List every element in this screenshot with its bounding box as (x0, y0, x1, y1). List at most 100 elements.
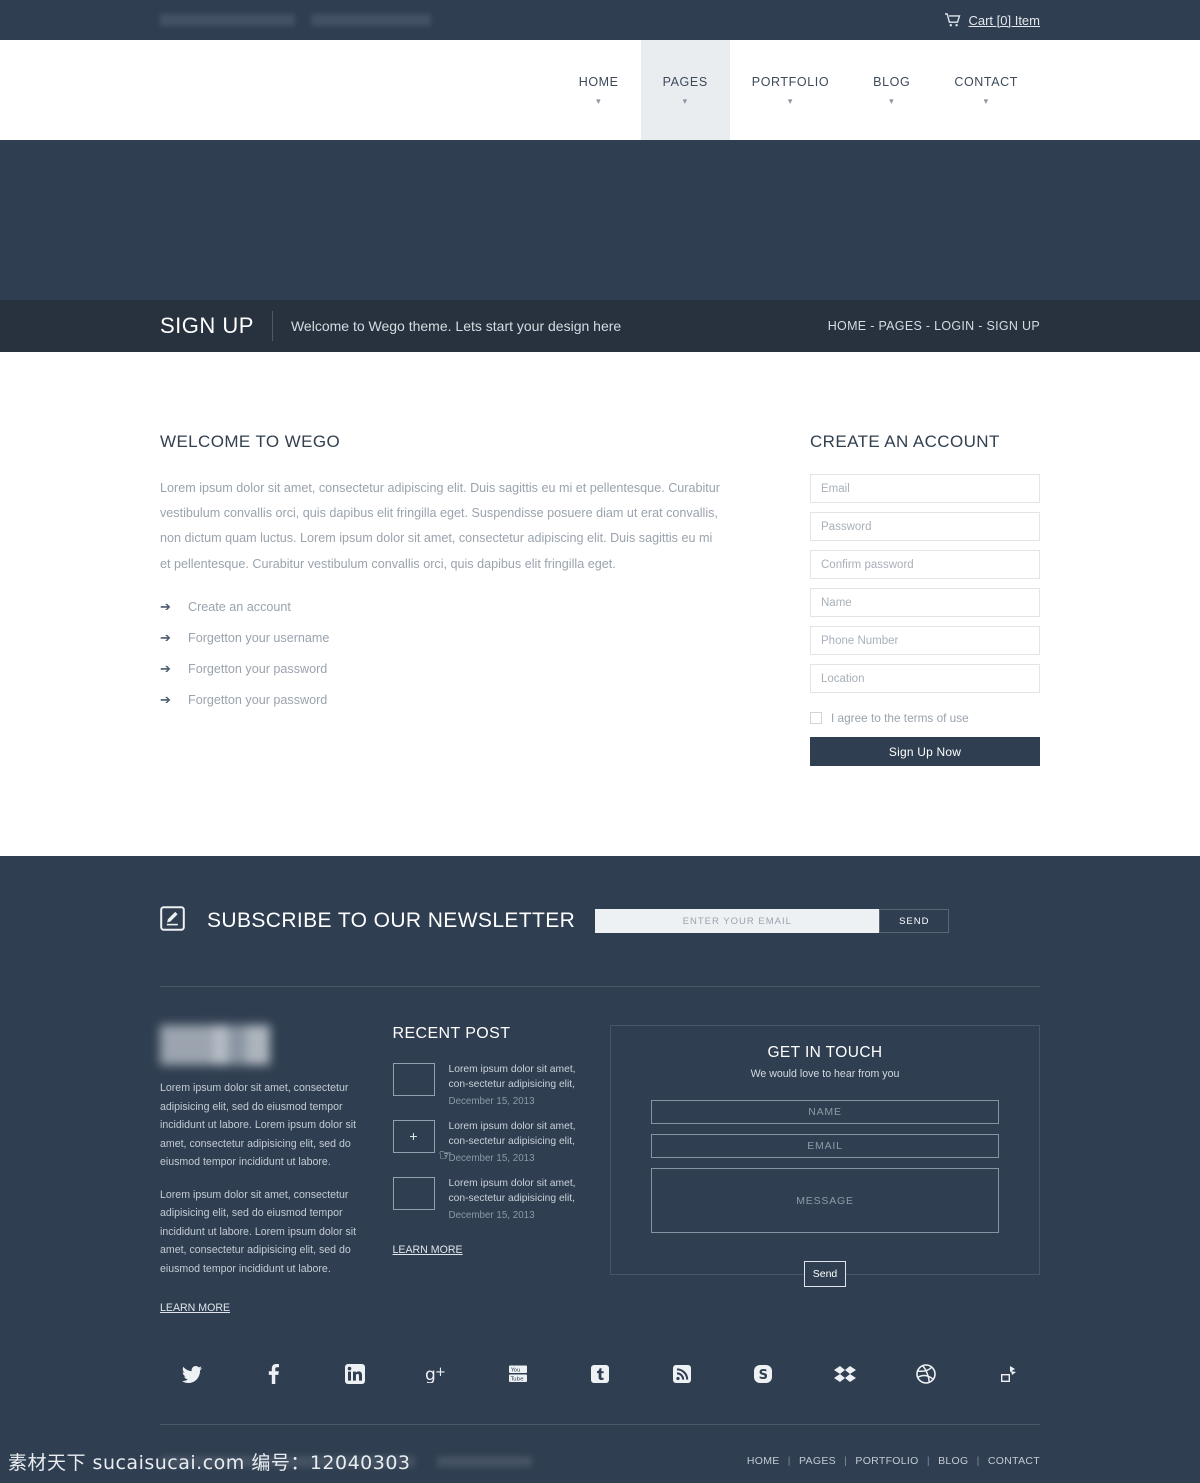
link-forgotten-password-2[interactable]: Forgetton your password (188, 693, 327, 707)
terms-label: I agree to the terms of use (831, 711, 969, 725)
post-date: December 15, 2013 (448, 1095, 535, 1107)
top-bar-redacted-text-2 (311, 14, 431, 26)
linkedin-icon[interactable] (341, 1360, 369, 1388)
hero-banner (0, 140, 1200, 300)
sign-up-now-button[interactable]: Sign Up Now (810, 737, 1040, 766)
rss-icon[interactable] (668, 1360, 696, 1388)
post-title: Lorem ipsum dolor sit amet, con-sectetur… (448, 1177, 576, 1204)
footer-nav-blog[interactable]: BLOG (938, 1455, 968, 1467)
youtube-icon[interactable]: You Tube (504, 1360, 532, 1388)
dribbble-icon[interactable] (912, 1360, 940, 1388)
recent-post-learn-more-link[interactable]: LEARN MORE (393, 1244, 463, 1256)
hand-cursor-icon: ☞ (438, 1146, 452, 1164)
nav-item-pages[interactable]: PAGES ▾ (640, 40, 730, 140)
footer-nav-portfolio[interactable]: PORTFOLIO (855, 1455, 918, 1467)
phone-number-field[interactable] (810, 626, 1040, 655)
footer-nav-separator: | (926, 1455, 930, 1468)
about-learn-more-link[interactable]: LEARN MORE (160, 1302, 230, 1314)
breadcrumb[interactable]: HOME - PAGES - LOGIN - SIGN UP (828, 319, 1040, 333)
band-divider (271, 311, 273, 341)
welcome-column: WELCOME TO WEGO Lorem ipsum dolor sit am… (160, 432, 720, 766)
link-forgotten-password-1[interactable]: Forgetton your password (188, 662, 327, 676)
forrst-icon[interactable] (994, 1360, 1022, 1388)
list-item[interactable]: ➔ Forgetton your password (160, 692, 720, 708)
main-content: WELCOME TO WEGO Lorem ipsum dolor sit am… (0, 352, 1200, 856)
tumblr-icon[interactable] (586, 1360, 614, 1388)
link-create-an-account[interactable]: Create an account (188, 600, 291, 614)
contact-message-textarea[interactable] (651, 1168, 999, 1233)
location-field[interactable] (810, 664, 1040, 693)
page-subtitle: Welcome to Wego theme. Lets start your d… (290, 318, 622, 334)
post-date: December 15, 2013 (448, 1209, 535, 1221)
footer-columns: Lorem ipsum dolor sit amet, consectetur … (0, 987, 1200, 1316)
post-thumbnail[interactable] (392, 1063, 435, 1096)
social-links-row: g + You Tube S (0, 1316, 1200, 1424)
svg-text:Tube: Tube (510, 1377, 525, 1383)
create-account-column: CREATE AN ACCOUNT I agree to the terms o… (810, 432, 1040, 766)
footer-navigation: HOME | PAGES | PORTFOLIO | BLOG | CONTAC… (747, 1455, 1040, 1467)
arrow-right-icon: ➔ (160, 660, 171, 676)
footer-nav-pages[interactable]: PAGES (799, 1455, 836, 1467)
shopping-cart-icon (945, 13, 961, 27)
list-item[interactable]: Lorem ipsum dolor sit amet, con-sectetur… (392, 1063, 583, 1107)
list-item[interactable]: ➔ Forgetton your password (160, 661, 720, 677)
email-field[interactable] (810, 474, 1040, 503)
chevron-down-icon: ▾ (787, 95, 794, 106)
page-title: SIGN UP (160, 313, 254, 338)
page-title-band: SIGN UP Welcome to Wego theme. Lets star… (0, 300, 1200, 352)
welcome-paragraph: Lorem ipsum dolor sit amet, consectetur … (160, 481, 720, 571)
svg-text:+: + (435, 1365, 446, 1380)
google-plus-icon[interactable]: g + (423, 1360, 451, 1388)
contact-email-input[interactable] (651, 1134, 999, 1158)
twitter-icon[interactable] (178, 1360, 206, 1388)
footer-about-column: Lorem ipsum dolor sit amet, consectetur … (160, 1025, 365, 1316)
footer-logo-image (160, 1025, 270, 1065)
footer-about-paragraph-1: Lorem ipsum dolor sit amet, consectetur … (160, 1082, 357, 1169)
chevron-down-icon: ▾ (682, 95, 688, 106)
contact-send-button[interactable]: Send (804, 1261, 846, 1287)
pencil-edit-icon (160, 906, 185, 936)
nav-label: BLOG (873, 74, 911, 89)
chevron-down-icon: ▾ (596, 95, 602, 106)
recent-post-heading: RECENT POST (392, 1025, 511, 1042)
terms-checkbox[interactable] (810, 712, 822, 724)
post-date: December 15, 2013 (448, 1152, 535, 1164)
site-footer: SUBSCRIBE TO OUR NEWSLETTER SEND Lorem i… (0, 856, 1200, 1483)
post-thumbnail[interactable] (392, 1176, 435, 1210)
list-item[interactable]: Lorem ipsum dolor sit amet, con-sectetur… (392, 1176, 583, 1221)
newsletter-send-button[interactable]: SEND (879, 909, 950, 933)
newsletter-email-input[interactable] (595, 909, 880, 933)
link-forgotten-username[interactable]: Forgetton your username (188, 631, 329, 645)
account-links-list: ➔ Create an account ➔ Forgetton your use… (160, 599, 720, 708)
plus-icon: + (409, 1128, 418, 1145)
nav-item-portfolio[interactable]: PORTFOLIO ▾ (730, 40, 851, 140)
confirm-password-field[interactable] (810, 550, 1040, 579)
post-thumbnail[interactable]: + (392, 1119, 435, 1153)
nav-item-contact[interactable]: CONTACT ▾ (932, 40, 1040, 140)
footer-contact-column: GET IN TOUCH We would love to hear from … (610, 1025, 1040, 1316)
chevron-down-icon: ▾ (889, 95, 895, 106)
contact-name-input[interactable] (651, 1100, 999, 1124)
footer-nav-contact[interactable]: CONTACT (988, 1455, 1040, 1467)
site-header: HOME ▾ PAGES ▾ PORTFOLIO ▾ BLOG ▾ CONTAC… (0, 40, 1200, 140)
list-item[interactable]: ➔ Forgetton your username (160, 630, 720, 646)
footer-nav-separator: | (844, 1455, 848, 1468)
create-account-heading: CREATE AN ACCOUNT (810, 432, 1000, 451)
dropbox-icon[interactable] (831, 1360, 859, 1388)
footer-nav-home[interactable]: HOME (747, 1455, 780, 1467)
nav-item-home[interactable]: HOME ▾ (557, 40, 641, 140)
cart-link[interactable]: Cart [0] Item (945, 13, 1040, 28)
skype-icon[interactable]: S (749, 1360, 777, 1388)
terms-row: I agree to the terms of use (810, 711, 1040, 725)
facebook-icon[interactable] (260, 1360, 288, 1388)
footer-recent-post-column: RECENT POST Lorem ipsum dolor sit amet, … (392, 1025, 583, 1316)
name-field[interactable] (810, 588, 1040, 617)
nav-item-blog[interactable]: BLOG ▾ (851, 40, 932, 140)
list-item[interactable]: + ☞ Lorem ipsum dolor sit amet, con-sect… (392, 1119, 583, 1164)
top-bar-redacted-text-1 (160, 14, 295, 26)
password-field[interactable] (810, 512, 1040, 541)
newsletter-section: SUBSCRIBE TO OUR NEWSLETTER SEND (0, 856, 1200, 986)
list-item[interactable]: ➔ Create an account (160, 599, 720, 615)
newsletter-title: SUBSCRIBE TO OUR NEWSLETTER (207, 909, 576, 932)
welcome-heading: WELCOME TO WEGO (160, 432, 341, 451)
